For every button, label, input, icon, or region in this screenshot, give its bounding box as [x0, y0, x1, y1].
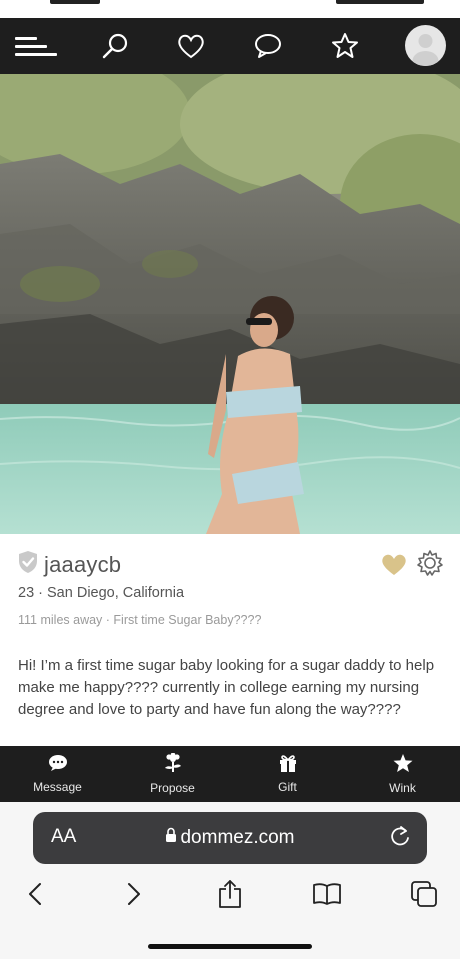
- message-icon: [48, 754, 68, 777]
- heart-icon[interactable]: [166, 18, 216, 74]
- profile-details: jaaaycb 23 · San Diego, California 111 m…: [0, 534, 460, 746]
- message-button[interactable]: Message: [0, 746, 115, 802]
- top-nav: [0, 18, 460, 74]
- status-time-fragment: [50, 0, 100, 4]
- forward-icon[interactable]: [112, 876, 156, 912]
- profile-photo[interactable]: [0, 74, 460, 534]
- chat-bubble-icon[interactable]: [243, 18, 293, 74]
- url-display[interactable]: dommez.com: [33, 826, 427, 849]
- propose-label: Propose: [150, 781, 195, 795]
- share-icon[interactable]: [208, 876, 252, 912]
- favorite-heart-icon[interactable]: [380, 552, 408, 581]
- flower-icon: [162, 752, 184, 778]
- lock-icon: [165, 826, 177, 848]
- tabs-icon[interactable]: [402, 876, 446, 912]
- gift-button[interactable]: Gift: [230, 746, 345, 802]
- star-icon[interactable]: [320, 18, 370, 74]
- status-bar: [0, 0, 460, 18]
- age-location: 23 · San Diego, California: [18, 585, 185, 601]
- star-icon: [393, 753, 413, 778]
- status-icons-fragment: [336, 0, 424, 4]
- home-indicator: [148, 944, 312, 949]
- gift-label: Gift: [278, 780, 297, 794]
- url-text: dommez.com: [180, 827, 295, 848]
- bookmarks-icon[interactable]: [305, 876, 349, 912]
- distance-and-headline: 111 miles away · First time Sugar Baby??…: [18, 613, 262, 627]
- back-icon[interactable]: [13, 876, 57, 912]
- message-label: Message: [33, 780, 82, 794]
- browser-chrome: AA dommez.com: [0, 802, 460, 959]
- hamburger-menu-icon[interactable]: [12, 18, 60, 74]
- wink-label: Wink: [389, 780, 416, 795]
- user-avatar-icon[interactable]: [405, 25, 446, 66]
- address-bar[interactable]: AA dommez.com: [33, 812, 427, 864]
- wink-button[interactable]: Wink: [345, 746, 460, 802]
- search-icon[interactable]: [90, 18, 140, 74]
- profile-bio: Hi! I’m a first time sugar baby looking …: [18, 657, 435, 718]
- reload-icon[interactable]: [389, 825, 411, 854]
- propose-button[interactable]: Propose: [115, 746, 230, 802]
- shield-check-icon: [18, 550, 38, 579]
- profile-action-bar: Message Propose Gift Wink: [0, 746, 460, 802]
- gear-icon[interactable]: [416, 549, 444, 582]
- gift-icon: [278, 754, 298, 777]
- username: jaaaycb: [44, 551, 122, 577]
- username-row: jaaaycb: [18, 550, 121, 579]
